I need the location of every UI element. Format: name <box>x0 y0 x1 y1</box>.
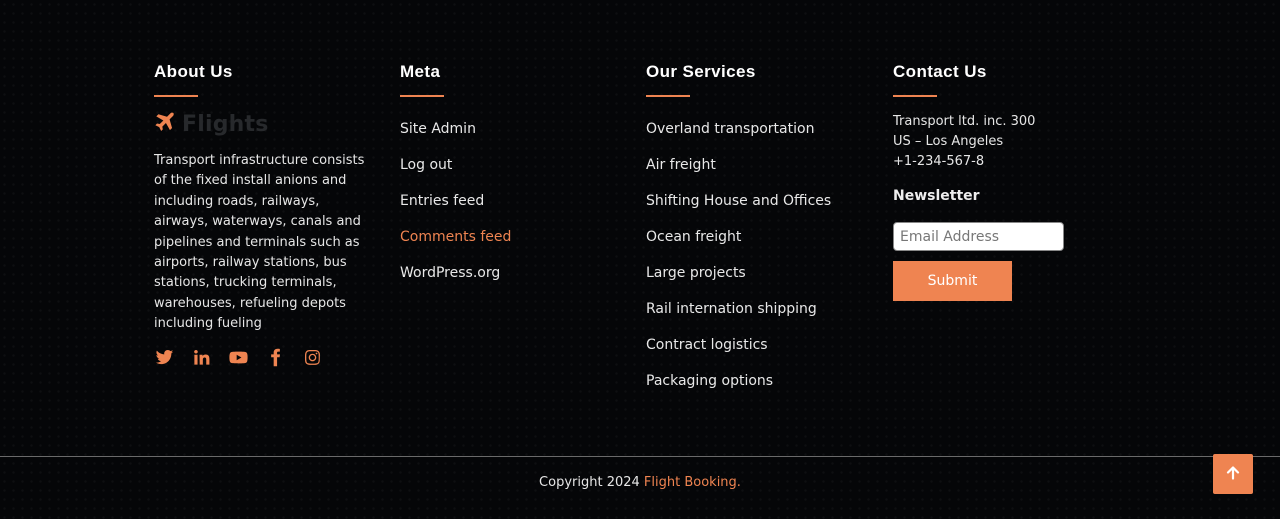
meta-column: Meta Site Admin Log out Entries feed Com… <box>400 62 620 298</box>
copyright: Copyright 2024 Flight Booking. <box>0 474 1280 492</box>
list-item: Packaging options <box>646 370 876 406</box>
logo-text: Flights <box>182 111 269 137</box>
heading-underline <box>893 95 937 97</box>
contact-column: Contact Us Transport ltd. inc. 300 US – … <box>893 62 1123 301</box>
scroll-to-top-button[interactable] <box>1213 454 1253 494</box>
arrow-up-icon <box>1226 465 1240 484</box>
services-links: Overland transportation Air freight Shif… <box>646 118 876 406</box>
list-item: Shifting House and Offices <box>646 190 876 226</box>
twitter-icon[interactable] <box>154 348 174 368</box>
copyright-text: Copyright 2024 <box>539 475 644 490</box>
meta-heading: Meta <box>400 62 441 81</box>
list-item: Rail internation shipping <box>646 298 876 334</box>
heading-underline <box>154 95 198 97</box>
list-item: Large projects <box>646 262 876 298</box>
list-item: Entries feed <box>400 190 620 226</box>
list-item: Air freight <box>646 154 876 190</box>
footer-divider <box>0 456 1280 457</box>
service-link[interactable]: Ocean freight <box>646 228 741 246</box>
service-link[interactable]: Rail internation shipping <box>646 300 817 318</box>
service-link[interactable]: Shifting House and Offices <box>646 192 831 210</box>
linkedin-icon[interactable] <box>191 348 211 368</box>
list-item: Comments feed <box>400 226 620 262</box>
email-input[interactable] <box>893 222 1064 251</box>
social-links <box>154 348 379 368</box>
heading-underline <box>646 95 690 97</box>
list-item: Log out <box>400 154 620 190</box>
newsletter-title: Newsletter <box>893 188 980 204</box>
service-link[interactable]: Air freight <box>646 156 716 174</box>
about-heading: About Us <box>154 62 233 81</box>
list-item: Site Admin <box>400 118 620 154</box>
meta-links: Site Admin Log out Entries feed Comments… <box>400 118 620 298</box>
site-admin-link[interactable]: Site Admin <box>400 120 476 138</box>
address-line: Transport ltd. inc. 300 <box>893 114 1036 129</box>
service-link[interactable]: Large projects <box>646 264 746 282</box>
footer-top: About Us Flights Transport infrastructur… <box>0 0 1280 456</box>
youtube-icon[interactable] <box>228 348 248 368</box>
service-link[interactable]: Overland transportation <box>646 120 814 138</box>
service-link[interactable]: Contract logistics <box>646 336 768 354</box>
address-line: US – Los Angeles <box>893 134 1004 149</box>
contact-details: Transport ltd. inc. 300 US – Los Angeles… <box>893 112 1123 172</box>
facebook-icon[interactable] <box>265 348 285 368</box>
list-item: WordPress.org <box>400 262 620 298</box>
services-column: Our Services Overland transportation Air… <box>646 62 876 406</box>
log-out-link[interactable]: Log out <box>400 156 452 174</box>
contact-heading: Contact Us <box>893 62 987 81</box>
about-description: Transport infrastructure consists of the… <box>154 153 365 332</box>
list-item: Contract logistics <box>646 334 876 370</box>
heading-underline <box>400 95 444 97</box>
list-item: Ocean freight <box>646 226 876 262</box>
service-link[interactable]: Packaging options <box>646 372 773 390</box>
wordpress-org-link[interactable]: WordPress.org <box>400 264 500 282</box>
phone-number: +1-234-567-8 <box>893 154 985 169</box>
instagram-icon[interactable] <box>302 348 322 368</box>
brand-link[interactable]: Flight Booking. <box>644 475 741 490</box>
plane-icon <box>154 111 176 137</box>
entries-feed-link[interactable]: Entries feed <box>400 192 484 210</box>
comments-feed-link[interactable]: Comments feed <box>400 228 511 246</box>
site-logo[interactable]: Flights <box>154 111 379 137</box>
submit-button[interactable]: Submit <box>893 261 1012 301</box>
services-heading: Our Services <box>646 62 756 81</box>
list-item: Overland transportation <box>646 118 876 154</box>
about-column: About Us Flights Transport infrastructur… <box>154 62 379 368</box>
